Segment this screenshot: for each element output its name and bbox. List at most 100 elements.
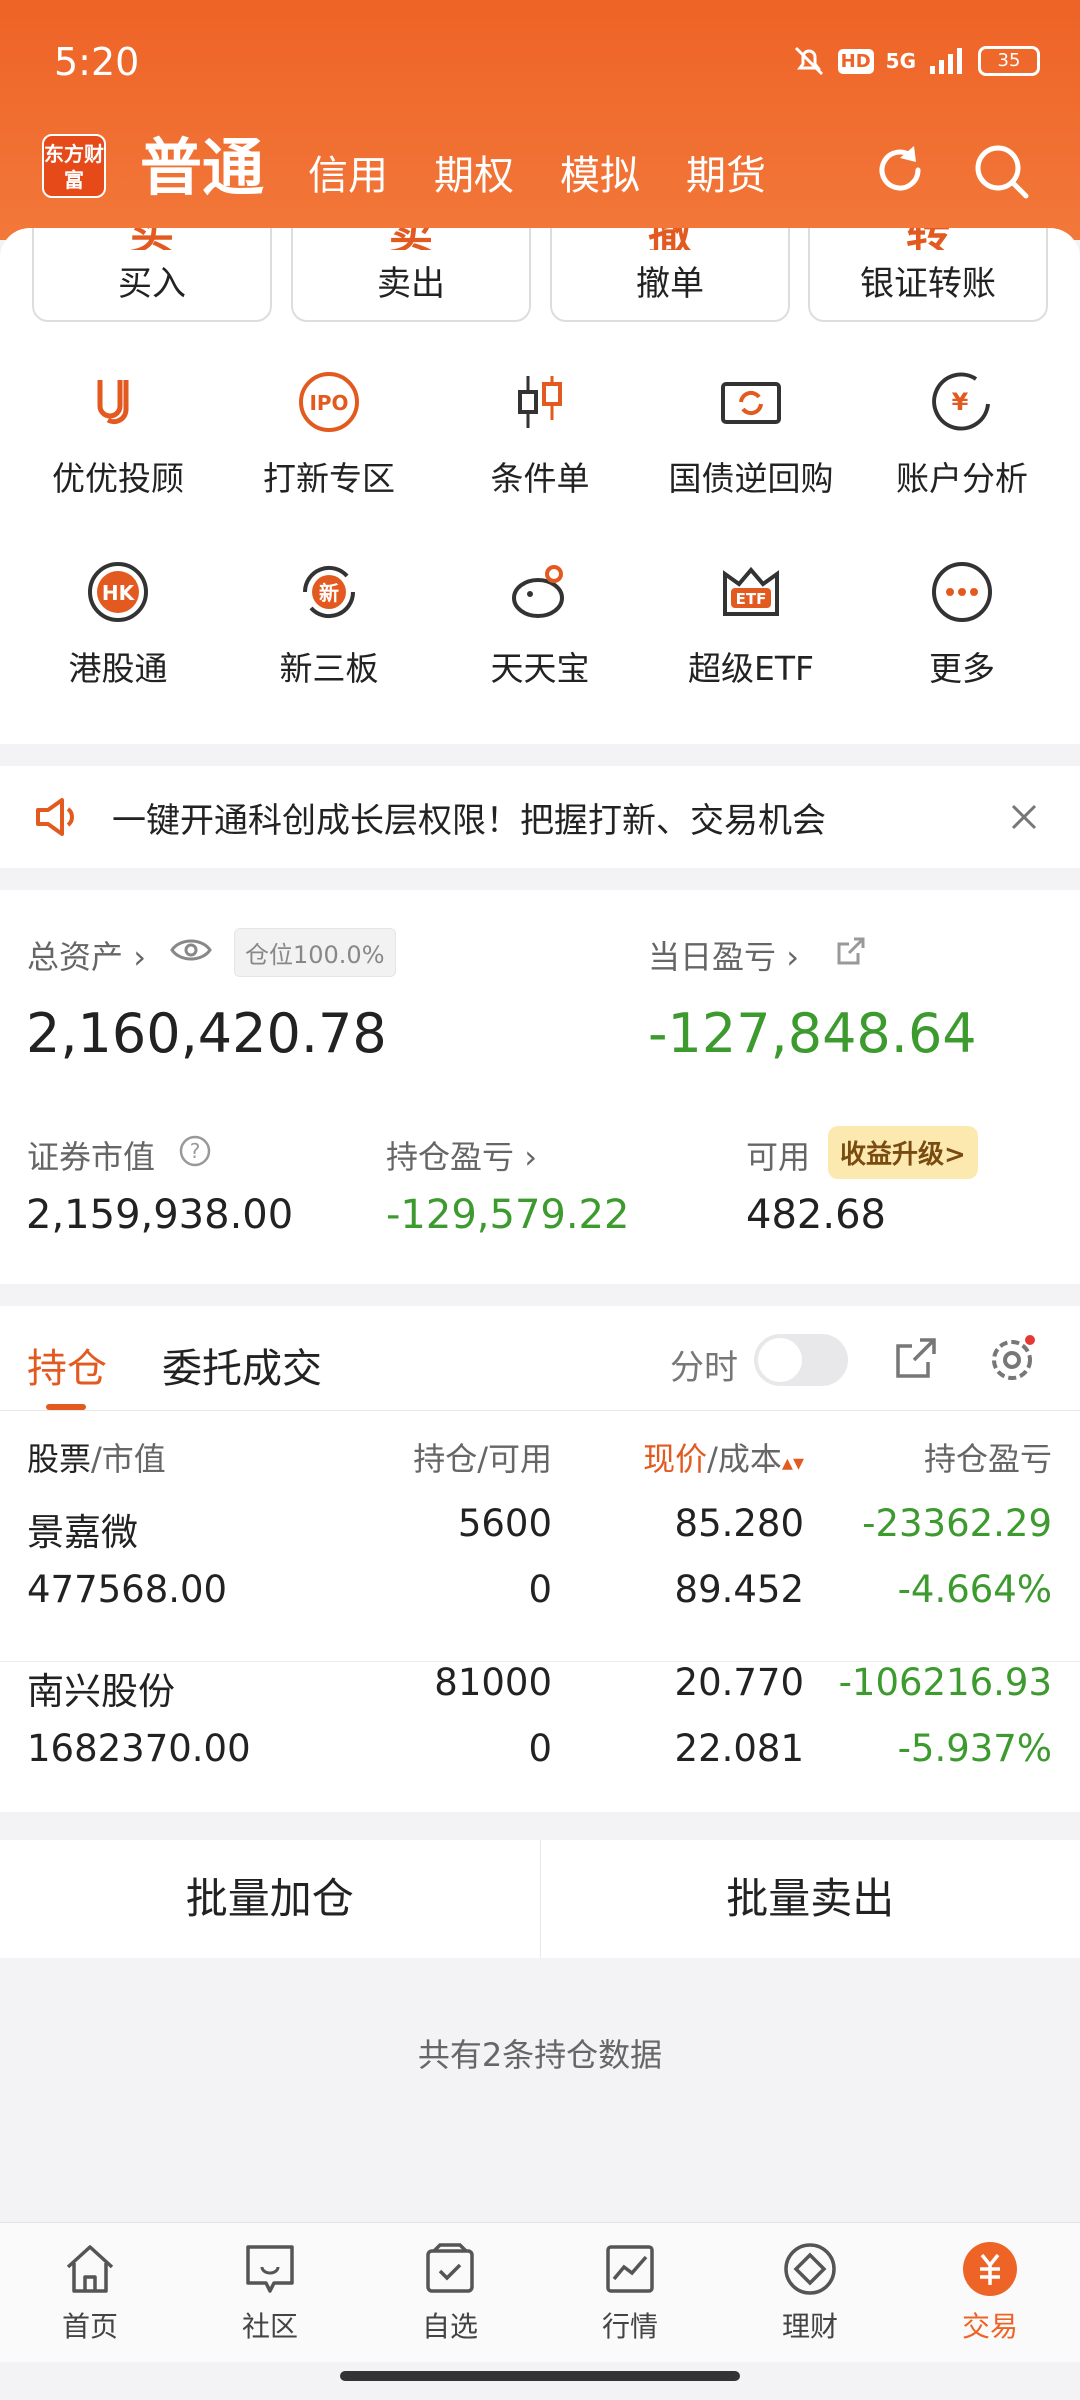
transfer-label: 银证转账 [860,264,996,304]
grid-label: 打新专区 [263,459,395,498]
eye-icon[interactable] [170,936,212,964]
market-value: 477568.00 [27,1568,228,1611]
market-chart-icon [606,2245,654,2293]
position-ratio-badge: 仓位100.0% [234,928,396,977]
position: 81000 [434,1661,552,1704]
new-board-icon: 新 [302,565,356,619]
nav-home[interactable]: 首页 [0,2223,180,2362]
grid-label: 港股通 [68,649,168,688]
close-icon[interactable] [1010,803,1038,831]
candlestick-icon [518,376,562,428]
sell-label: 卖出 [377,264,445,304]
tab-positions[interactable]: 持仓 [27,1336,107,1394]
holdings-count: 共有2条持仓数据 [417,2036,663,2074]
tab-futures[interactable]: 期货 [686,146,766,206]
svg-text:HK: HK [102,581,136,605]
available: 0 [528,1727,552,1770]
tab-credit[interactable]: 信用 [308,146,388,206]
batch-sell-button[interactable]: 批量卖出 [541,1840,1080,1958]
speaker-icon [36,798,74,836]
grid-item-new-three-board[interactable]: 新 新三板 [229,560,429,690]
home-icon [66,2245,114,2293]
daily-pl-link[interactable]: 当日盈亏 › [648,932,799,978]
nav-trade[interactable]: 交易 [900,2223,1080,2362]
app-header: 5:20 HD 5G 35 东方财富 普通 信用 期权 模拟 期货 [0,0,1080,240]
grid-item-bond-repo[interactable]: 国债逆回购 [651,370,851,500]
holding-pl-link[interactable]: 持仓盈亏 › [386,1132,537,1178]
table-row[interactable]: 景嘉微 477568.00 5600 0 85.280 89.452 -2336… [0,1502,1080,1662]
grid-label: 账户分析 [896,459,1028,498]
bank-transfer-button[interactable]: 转银证转账 [808,228,1048,322]
total-assets-link[interactable]: 总资产 › [27,932,146,978]
tab-simulated[interactable]: 模拟 [560,146,640,206]
settings-icon[interactable] [986,1334,1038,1386]
timeshare-toggle[interactable] [754,1334,848,1386]
trade-icon [963,2242,1017,2296]
price: 20.770 [674,1661,804,1704]
col-holding-pl: 持仓盈亏 [923,1440,1052,1478]
nav-wealth[interactable]: 理财 [720,2223,900,2362]
holding-pl-pct: -4.664% [897,1568,1052,1611]
nav-watchlist[interactable]: 自选 [360,2223,540,2362]
market-value: 1682370.00 [27,1727,251,1770]
grid-item-super-etf[interactable]: ETF 超级ETF [651,560,851,690]
upgrade-badge[interactable]: 收益升级> [828,1126,978,1179]
sell-button[interactable]: 卖卖出 [291,228,531,322]
search-icon[interactable] [970,140,1032,202]
batch-add-button[interactable]: 批量加仓 [0,1840,541,1958]
cancel-order-button[interactable]: 撤撤单 [550,228,790,322]
grid-item-conditional-order[interactable]: 条件单 [440,370,640,500]
grid-label: 优优投顾 [52,459,184,498]
grid-label: 超级ETF [688,649,814,688]
account-summary: 总资产 › 仓位100.0% 2,160,420.78 当日盈亏 › -127,… [0,890,1080,1284]
tab-options[interactable]: 期权 [434,146,514,206]
tab-orders[interactable]: 委托成交 [162,1336,322,1394]
cancel-label: 撤单 [636,264,704,304]
notice-banner[interactable]: 一键开通科创成长层权限！把握打新、交易机会 [0,766,1080,868]
market-value: 2,159,938.00 [26,1192,294,1238]
tab-normal[interactable]: 普通 [140,130,264,206]
nav-label: 自选 [421,2310,478,2343]
more-icon [932,562,992,622]
grid-label: 条件单 [490,459,590,498]
bond-repo-icon [721,382,781,424]
nav-label: 交易 [961,2310,1018,2343]
table-row[interactable]: 南兴股份 1682370.00 81000 0 20.770 22.081 -1… [0,1661,1080,1811]
stock-name: 景嘉微 [27,1511,138,1554]
network-label: 5G [885,49,916,73]
uu-advisor-icon [97,380,129,425]
bottom-nav: 首页 社区 自选 行情 理财 交易 [0,2222,1080,2362]
grid-item-account-analysis[interactable]: ¥ 账户分析 [862,370,1062,500]
help-icon[interactable]: ? [178,1134,212,1168]
community-icon [246,2245,294,2293]
notice-text: 一键开通科创成长层权限！把握打新、交易机会 [112,800,826,841]
holding-pl-pct: -5.937% [897,1727,1052,1770]
available-value: 482.68 [746,1192,886,1238]
grid-item-uu-advisor[interactable]: 优优投顾 [18,370,218,500]
holding-pl-label: 持仓盈亏 [386,1138,515,1176]
refresh-icon[interactable] [870,140,930,200]
nav-label: 首页 [61,2310,118,2343]
price: 85.280 [674,1502,804,1545]
grid-item-hk-connect[interactable]: HK 港股通 [18,560,218,690]
total-assets-label: 总资产 [27,938,124,976]
daily-pl-value: -127,848.64 [648,1002,977,1065]
grid-item-ipo[interactable]: IPO 打新专区 [229,370,429,500]
watchlist-icon [426,2243,474,2293]
total-assets-value: 2,160,420.78 [26,1002,387,1065]
wealth-icon [784,2243,836,2295]
nav-market[interactable]: 行情 [540,2223,720,2362]
grid-item-tiantianbao[interactable]: 天天宝 [440,560,640,690]
timeshare-label: 分时 [670,1348,738,1388]
nav-community[interactable]: 社区 [180,2223,360,2362]
share-icon[interactable] [836,936,866,966]
svg-text:ETF: ETF [736,590,767,608]
grid-item-more[interactable]: 更多 [862,560,1062,690]
buy-label: 买入 [118,264,186,304]
col-price-cost[interactable]: 现价/成本▴▾ [560,1434,804,1480]
export-icon[interactable] [892,1334,940,1382]
buy-button[interactable]: 买买入 [32,228,272,322]
svg-text:新: 新 [319,581,339,605]
signal-icon [930,48,962,74]
status-icons: HD 5G 35 [792,44,1040,78]
